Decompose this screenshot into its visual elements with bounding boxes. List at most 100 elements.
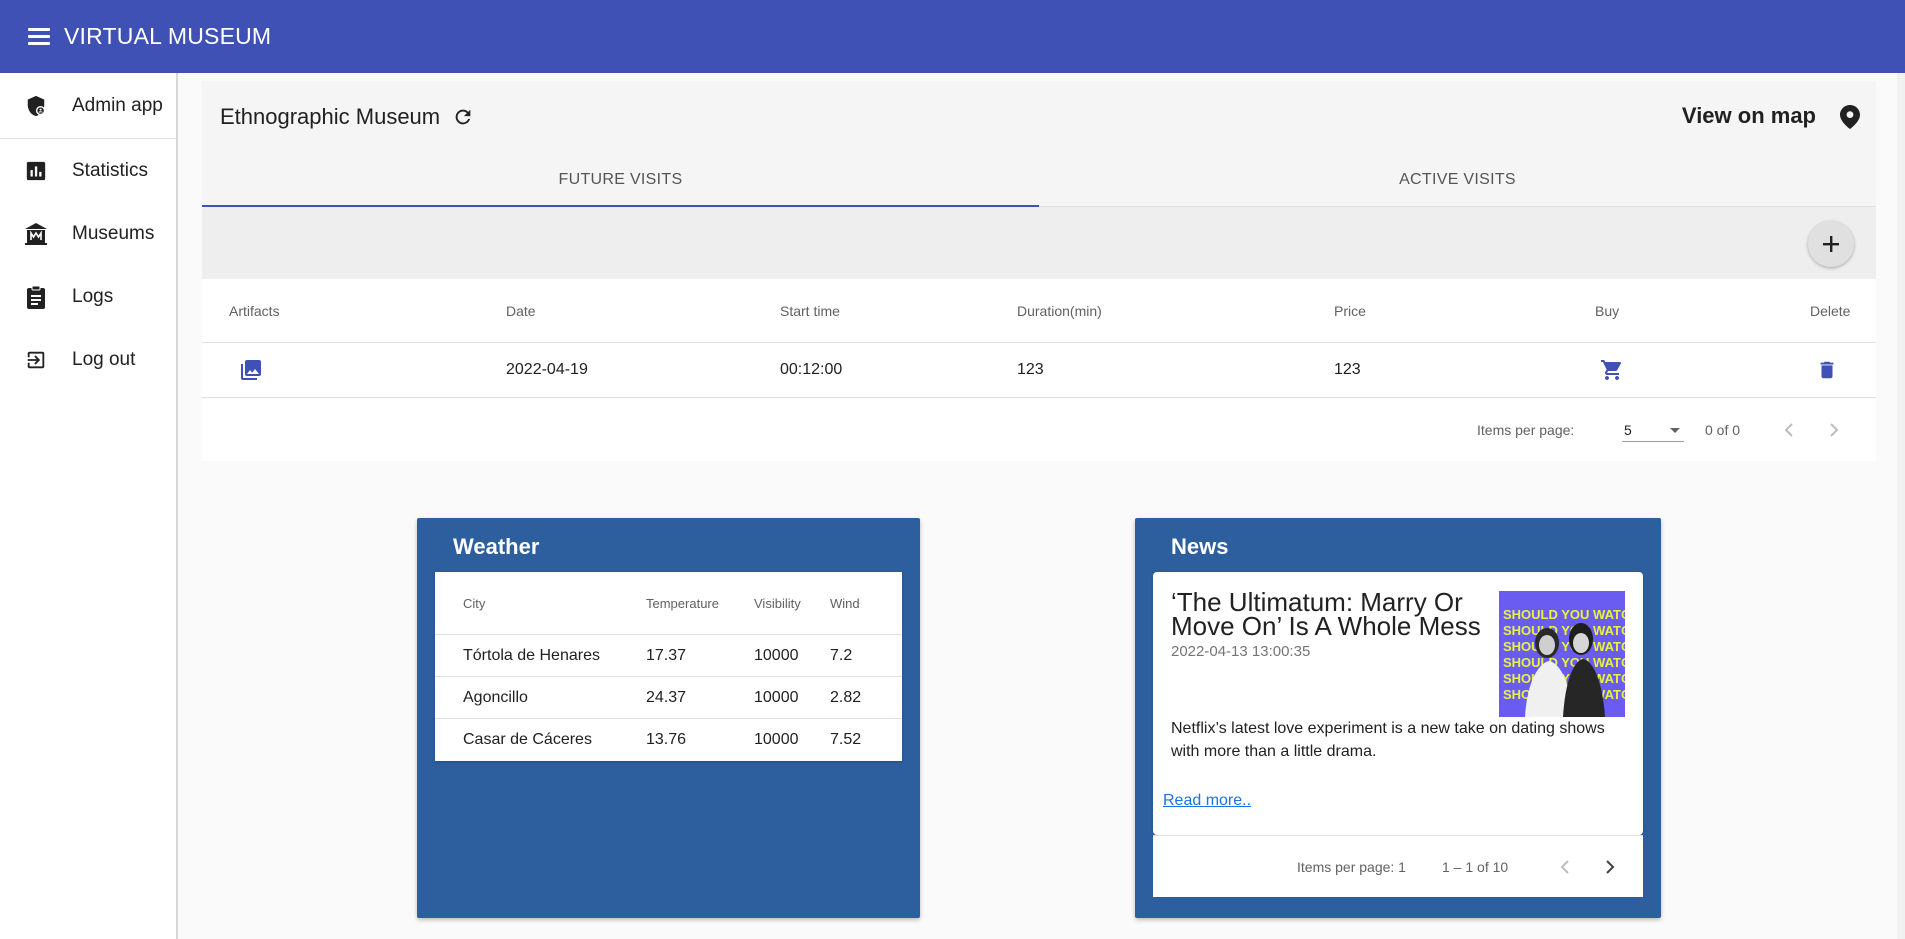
chevron-left-icon: [1560, 860, 1569, 874]
city-cell: Agoncillo: [463, 688, 528, 706]
visit-start-time: 00:12:00: [780, 361, 843, 378]
news-headline: ‘The Ultimatum: Marry Or Move On’ Is A W…: [1171, 587, 1481, 641]
column-header: Date: [506, 302, 536, 319]
chevron-right-icon: [1606, 860, 1615, 874]
table-row: 2022-04-19 00:12:00 123 123: [202, 343, 1876, 398]
weather-card: Weather City Temperature Visibility Wind…: [417, 518, 920, 918]
page-title: Ethnographic Museum: [220, 104, 441, 129]
news-card: News ‘The Ultimatum: Marry Or Move On’ I…: [1135, 518, 1661, 918]
visibility-cell: 10000: [754, 646, 799, 664]
delete-icon[interactable]: [1816, 343, 1838, 397]
svg-text:SHOULD YOU WATCH IT?: SHOULD YOU WATCH IT?: [1503, 607, 1625, 622]
logout-icon: [24, 348, 48, 372]
cart-icon[interactable]: [1600, 343, 1624, 397]
column-header: Start time: [780, 302, 840, 319]
read-more-link[interactable]: Read more..: [1163, 792, 1251, 810]
sidebar-item-label: Admin app: [72, 94, 163, 116]
table-row: Casar de Cáceres 13.76 10000 7.52: [435, 719, 902, 761]
admin-shield-icon: [24, 94, 48, 118]
temperature-cell: 24.37: [646, 688, 687, 706]
app-title: VIRTUAL MUSEUM: [64, 23, 272, 49]
artifacts-icon[interactable]: [239, 343, 263, 397]
visit-duration: 123: [1017, 361, 1044, 378]
table-header-row: Artifacts Date Start time Duration(min) …: [202, 279, 1876, 343]
sidebar-item-logout[interactable]: Log out: [0, 328, 176, 391]
column-header: City: [463, 595, 486, 611]
bar-chart-icon: [24, 159, 48, 183]
weather-title: Weather: [453, 534, 540, 559]
svg-text:SHOULD YOU WATCH IT?: SHOULD YOU WATCH IT?: [1503, 639, 1625, 654]
map-pin-icon[interactable]: [1840, 105, 1864, 131]
next-page-button[interactable]: [1596, 853, 1624, 881]
svg-text:SHOULD YOU WATCH IT?: SHOULD YOU WATCH IT?: [1503, 623, 1625, 638]
table-header-row: City Temperature Visibility Wind: [435, 572, 902, 635]
news-thumbnail: SHOULD YOU WATCH IT? SHOULD YOU WATCH IT…: [1499, 591, 1625, 717]
main-content: Ethnographic Museum View on map FUTURE V…: [180, 73, 1905, 939]
chevron-right-icon: [1830, 423, 1839, 437]
scrollbar[interactable]: [1897, 73, 1905, 939]
visits-table: Artifacts Date Start time Duration(min) …: [202, 279, 1876, 398]
column-header: Visibility: [754, 595, 801, 611]
svg-text:SHOULD YOU WATCH IT?: SHOULD YOU WATCH IT?: [1503, 655, 1625, 670]
visibility-cell: 10000: [754, 688, 799, 706]
sidebar-item-label: Museums: [72, 222, 155, 244]
sidebar-item-admin-app[interactable]: Admin app: [0, 73, 176, 139]
tab-future-visits[interactable]: FUTURE VISITS: [202, 153, 1039, 207]
visibility-cell: 10000: [754, 731, 799, 748]
page-range: 1 – 1 of 10: [1442, 859, 1509, 875]
news-description: Netflix’s latest love experiment is a ne…: [1171, 720, 1605, 760]
city-cell: Tórtola de Henares: [463, 646, 600, 664]
wind-cell: 7.2: [830, 646, 853, 664]
next-page-button[interactable]: [1820, 416, 1848, 444]
column-header: Buy: [1595, 302, 1620, 319]
city-cell: Casar de Cáceres: [463, 731, 592, 748]
items-per-page-value: 5: [1624, 422, 1632, 438]
column-header: Artifacts: [229, 302, 280, 319]
news-paginator: Items per page: 1 1 – 1 of 10: [1153, 835, 1643, 897]
visit-date: 2022-04-19: [506, 361, 588, 378]
sidebar: Admin app Statistics Museums Logs Log ou…: [0, 73, 178, 939]
visit-price: 123: [1334, 361, 1361, 378]
sidebar-item-statistics[interactable]: Statistics: [0, 139, 176, 202]
items-per-page-label: Items per page: 1: [1297, 859, 1406, 875]
visits-tabs: FUTURE VISITS ACTIVE VISITS: [202, 153, 1876, 207]
items-per-page-label: Items per page:: [1477, 422, 1575, 438]
column-header: Price: [1334, 302, 1366, 319]
top-app-bar: VIRTUAL MUSEUM: [0, 0, 1905, 73]
clipboard-icon: [24, 285, 48, 309]
news-date: 2022-04-13 13:00:35: [1171, 643, 1311, 660]
visits-paginator: Items per page: 5 0 of 0: [202, 399, 1876, 461]
refresh-icon[interactable]: [450, 104, 476, 130]
menu-icon[interactable]: [28, 24, 54, 50]
wind-cell: 2.82: [830, 688, 862, 706]
previous-page-button[interactable]: [1775, 416, 1803, 444]
news-article: ‘The Ultimatum: Marry Or Move On’ Is A W…: [1153, 572, 1643, 835]
sidebar-item-label: Log out: [72, 348, 136, 370]
add-visit-button[interactable]: [1808, 221, 1854, 267]
weather-table: City Temperature Visibility Wind Tórtola…: [435, 572, 902, 761]
tab-active-visits[interactable]: ACTIVE VISITS: [1039, 153, 1876, 206]
chevron-left-icon: [1784, 423, 1793, 437]
items-per-page-select[interactable]: 5: [1622, 418, 1684, 442]
sidebar-item-museums[interactable]: Museums: [0, 202, 176, 265]
view-on-map-link[interactable]: View on map: [1682, 103, 1816, 129]
column-header: Wind: [830, 595, 860, 611]
museum-header: Ethnographic Museum View on map: [202, 81, 1876, 153]
table-row: Agoncillo 24.37 10000 2.82: [435, 677, 902, 719]
page-range: 0 of 0: [1705, 422, 1741, 438]
museum-icon: [24, 222, 48, 246]
temperature-cell: 17.37: [646, 646, 687, 664]
plus-icon: [1823, 236, 1839, 252]
chevron-down-icon: [1670, 428, 1680, 433]
table-row: Tórtola de Henares 17.37 10000 7.2: [435, 635, 902, 677]
news-title: News: [1171, 534, 1229, 559]
toolbar: [202, 207, 1876, 279]
sidebar-item-label: Statistics: [72, 159, 149, 181]
column-header: Duration(min): [1017, 302, 1102, 319]
sidebar-item-label: Logs: [72, 285, 114, 307]
wind-cell: 7.52: [830, 731, 862, 748]
sidebar-item-logs[interactable]: Logs: [0, 265, 176, 328]
column-header: Temperature: [646, 595, 719, 611]
previous-page-button[interactable]: [1551, 853, 1579, 881]
column-header: Delete: [1810, 302, 1851, 319]
